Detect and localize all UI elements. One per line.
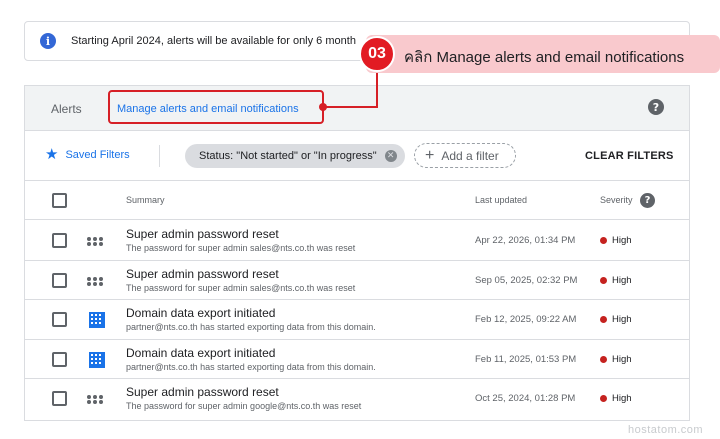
saved-filters-label: Saved Filters	[65, 149, 130, 161]
severity-badge: High	[600, 314, 632, 325]
alert-title: Super admin password reset	[126, 385, 279, 399]
callout-highlight-box	[108, 90, 324, 124]
column-summary[interactable]: Summary	[126, 195, 165, 205]
alerts-list: Super admin password reset The password …	[25, 221, 689, 419]
dots-icon	[87, 400, 103, 404]
filter-bar: ★ Saved Filters Status: "Not started" or…	[25, 132, 689, 181]
alert-title: Domain data export initiated	[126, 345, 276, 360]
saved-filters-button[interactable]: ★ Saved Filters	[45, 146, 130, 163]
last-updated: Sep 05, 2025, 02:32 PM	[475, 274, 578, 286]
severity-badge: High	[600, 235, 632, 246]
alert-description: The password for super admin sales@nts.c…	[126, 282, 356, 293]
severity-label: High	[612, 235, 632, 246]
severity-dot-icon	[600, 237, 607, 244]
divider	[159, 145, 160, 167]
alert-description: The password for super admin sales@nts.c…	[126, 243, 356, 253]
alert-title: Super admin password reset	[126, 266, 279, 281]
severity-help-icon[interactable]: ?	[640, 193, 655, 208]
dots-icon	[87, 237, 103, 241]
table-row[interactable]: Domain data export initiated partner@nts…	[25, 339, 689, 379]
dots-icon	[87, 395, 103, 399]
table-row[interactable]: Super admin password reset The password …	[25, 221, 689, 261]
row-checkbox[interactable]	[52, 391, 67, 406]
page-title: Alerts	[51, 102, 82, 116]
status-filter-label: Status: "Not started" or "In progress"	[199, 150, 377, 162]
callout-anchor-dot	[319, 103, 327, 111]
alert-title: Super admin password reset	[126, 227, 279, 241]
column-last-updated[interactable]: Last updated	[475, 195, 527, 205]
alerts-panel: Alerts Manage alerts and email notificat…	[24, 85, 690, 421]
clear-filters-button[interactable]: CLEAR FILTERS	[585, 150, 674, 162]
dots-icon	[87, 276, 103, 281]
table-row[interactable]: Super admin password reset The password …	[25, 260, 689, 300]
alert-description: The password for super admin google@nts.…	[126, 401, 362, 411]
severity-dot-icon	[600, 316, 607, 323]
severity-label: High	[612, 274, 632, 286]
add-filter-label: Add a filter	[441, 148, 499, 163]
status-filter-chip[interactable]: Status: "Not started" or "In progress" ✕	[185, 144, 405, 168]
dots-icon	[87, 281, 103, 286]
info-icon: i	[40, 33, 56, 49]
add-filter-button[interactable]: + Add a filter	[414, 143, 516, 168]
severity-badge: High	[600, 275, 632, 286]
row-checkbox[interactable]	[52, 272, 67, 288]
help-icon[interactable]: ?	[648, 99, 664, 115]
column-severity[interactable]: Severity	[600, 195, 633, 205]
building-icon	[89, 312, 105, 328]
severity-dot-icon	[600, 395, 607, 402]
severity-label: High	[612, 314, 632, 325]
callout-instruction: คลิก Manage alerts and email notificatio…	[404, 49, 685, 66]
dots-icon	[87, 242, 103, 246]
severity-dot-icon	[600, 355, 607, 363]
banner-text: Starting April 2024, alerts will be avai…	[71, 35, 356, 47]
building-icon	[89, 351, 105, 368]
star-icon: ★	[45, 146, 59, 163]
alert-description: partner@nts.co.th has started exporting …	[126, 361, 376, 372]
severity-badge: High	[600, 393, 632, 404]
table-header: Summary Last updated Severity ?	[25, 182, 689, 220]
callout-connector	[324, 106, 378, 108]
table-row[interactable]: Domain data export initiated partner@nts…	[25, 300, 689, 340]
callout-connector	[376, 70, 378, 108]
severity-label: High	[612, 353, 632, 365]
alert-title: Domain data export initiated	[126, 306, 276, 320]
watermark: hostatom.com	[628, 424, 704, 436]
alert-description: partner@nts.co.th has started exporting …	[126, 322, 376, 332]
table-row[interactable]: Super admin password reset The password …	[25, 379, 689, 419]
severity-label: High	[612, 393, 632, 404]
row-checkbox[interactable]	[52, 351, 67, 367]
plus-icon: +	[425, 146, 435, 164]
last-updated: Oct 25, 2024, 01:28 PM	[475, 393, 576, 404]
last-updated: Apr 22, 2026, 01:34 PM	[475, 235, 576, 246]
callout-step-number: 03	[359, 36, 395, 72]
row-checkbox[interactable]	[52, 312, 67, 327]
remove-filter-icon[interactable]: ✕	[384, 150, 397, 162]
row-checkbox[interactable]	[52, 233, 67, 248]
severity-badge: High	[600, 354, 632, 365]
last-updated: Feb 12, 2025, 09:22 AM	[475, 314, 577, 325]
last-updated: Feb 11, 2025, 01:53 PM	[475, 353, 577, 365]
select-all-checkbox[interactable]	[52, 193, 67, 208]
severity-dot-icon	[600, 276, 607, 284]
